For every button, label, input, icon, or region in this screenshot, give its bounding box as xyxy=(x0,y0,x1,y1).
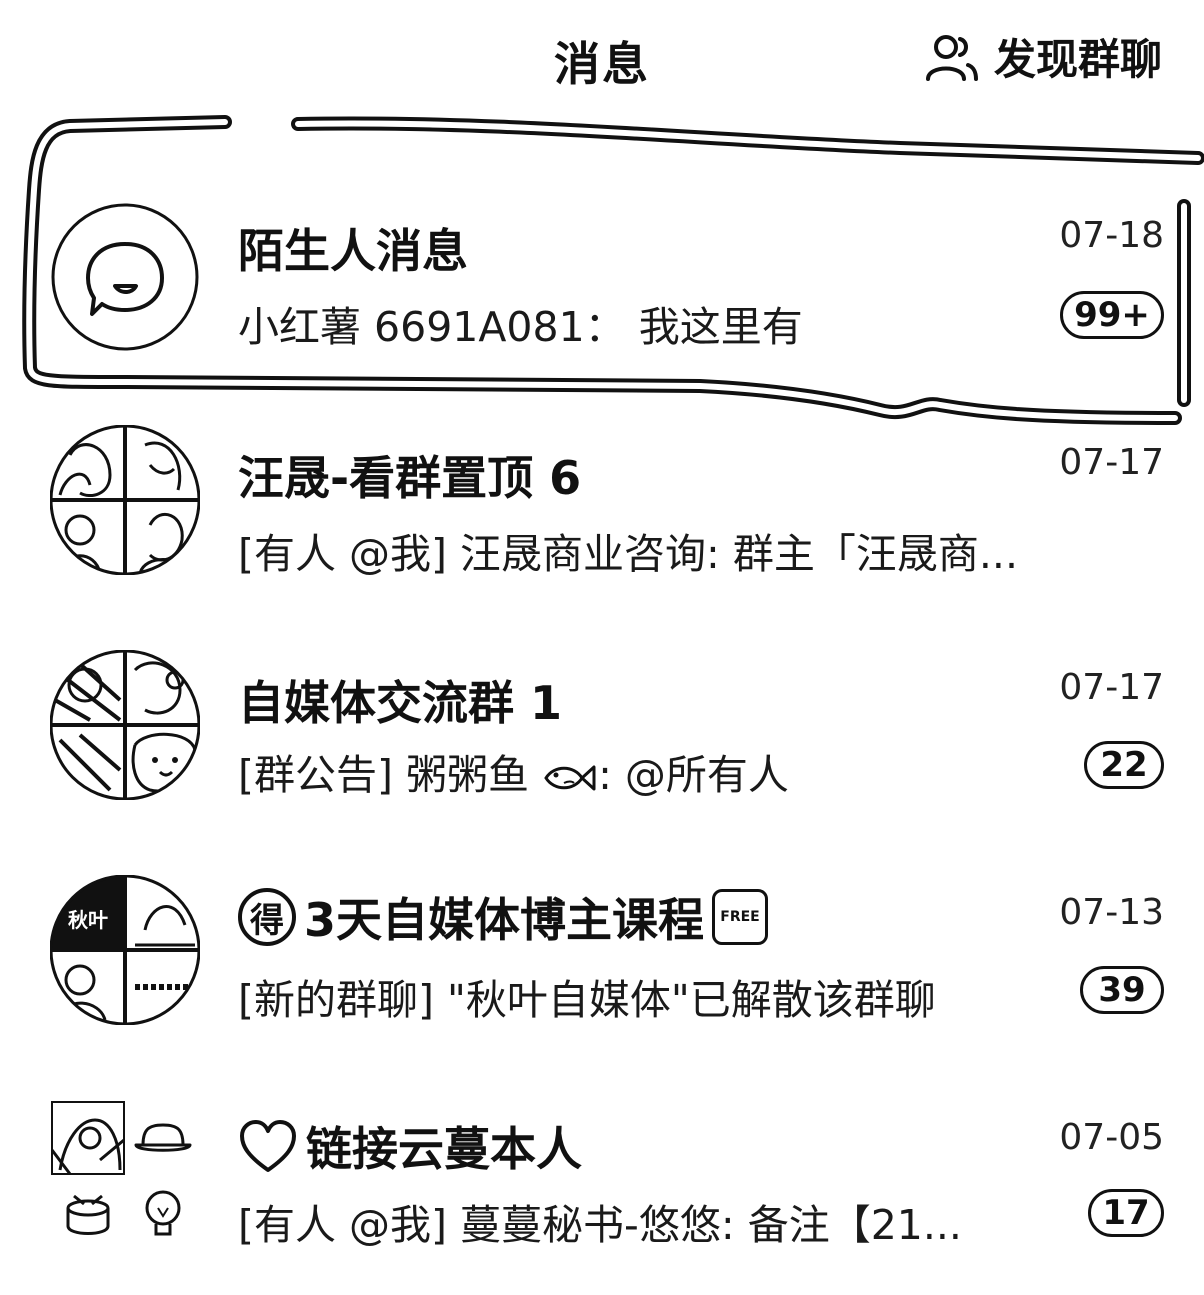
title-text: 3天自媒体博主课程 xyxy=(304,893,705,947)
conversation-row-strangers[interactable]: 陌生人消息 小红薯 6691A081： 我这里有 07-18 99+ xyxy=(0,185,1204,385)
preview-suffix: : @所有人 xyxy=(598,751,789,799)
free-badge: FREE xyxy=(712,889,769,945)
conversation-time: 07-17 xyxy=(1059,442,1164,483)
conversation-preview: [有人 @我] 蔓蔓秘书-悠悠: 备注【21... xyxy=(238,1201,962,1249)
title-text: 链接云蔓本人 xyxy=(306,1122,582,1176)
fish-icon xyxy=(544,765,596,791)
discover-label: 发现群聊 xyxy=(993,35,1162,84)
conversation-time: 07-05 xyxy=(1059,1117,1164,1158)
bucket-hat-icon xyxy=(134,1123,192,1152)
conversation-row-group[interactable]: 汪晟-看群置顶 6 [有人 @我] 汪晟商业咨询: 群主「汪晟商... 07-1… xyxy=(0,420,1204,620)
group-avatar xyxy=(50,650,200,800)
conversation-preview: 小红薯 6691A081： 我这里有 xyxy=(238,303,803,351)
lightbulb-icon xyxy=(145,1190,181,1236)
discover-group-chat-button[interactable]: 发现群聊 xyxy=(924,26,1162,87)
conversation-preview: [群公告] 粥粥鱼 : @所有人 xyxy=(238,741,789,801)
group-avatar xyxy=(50,1101,192,1236)
conversation-row-group[interactable]: 秋叶 得 3天自媒体博主课程 FREE [新的群聊] "秋叶自媒体"已解散该群聊… xyxy=(0,870,1204,1070)
unread-badge: 99+ xyxy=(1060,291,1164,339)
group-avatar xyxy=(50,425,200,575)
conversation-preview: [新的群聊] "秋叶自媒体"已解散该群聊 xyxy=(238,976,936,1024)
chat-bubble-icon xyxy=(51,203,199,351)
conversation-row-group[interactable]: 自媒体交流群 1 [群公告] 粥粥鱼 : @所有人 07-17 22 xyxy=(0,645,1204,845)
de-app-icon: 得 xyxy=(238,888,296,946)
conversation-title: 汪晟-看群置顶 6 xyxy=(238,451,582,505)
drum-icon xyxy=(66,1194,110,1235)
conversation-title: 自媒体交流群 1 xyxy=(238,676,563,730)
heart-icon xyxy=(240,1120,296,1172)
preview-prefix: [群公告] 粥粥鱼 xyxy=(238,751,530,799)
conversation-time: 07-18 xyxy=(1059,215,1164,256)
group-avatar: 秋叶 xyxy=(50,875,200,1025)
avatar-text: 秋叶 xyxy=(68,908,108,932)
conversation-title: 得 3天自媒体博主课程 FREE xyxy=(238,884,769,950)
conversation-time: 07-13 xyxy=(1059,892,1164,933)
conversation-title: 链接云蔓本人 xyxy=(238,1113,582,1179)
conversation-preview: [有人 @我] 汪晟商业咨询: 群主「汪晟商... xyxy=(238,530,1018,578)
conversation-row-group[interactable]: 链接云蔓本人 [有人 @我] 蔓蔓秘书-悠悠: 备注【21... 07-05 1… xyxy=(0,1095,1204,1295)
conversation-time: 07-17 xyxy=(1059,667,1164,708)
unread-badge: 22 xyxy=(1084,741,1164,789)
users-icon xyxy=(925,34,978,81)
conversation-title: 陌生人消息 xyxy=(238,224,468,278)
unread-badge: 39 xyxy=(1080,966,1164,1014)
unread-badge: 17 xyxy=(1088,1189,1164,1237)
